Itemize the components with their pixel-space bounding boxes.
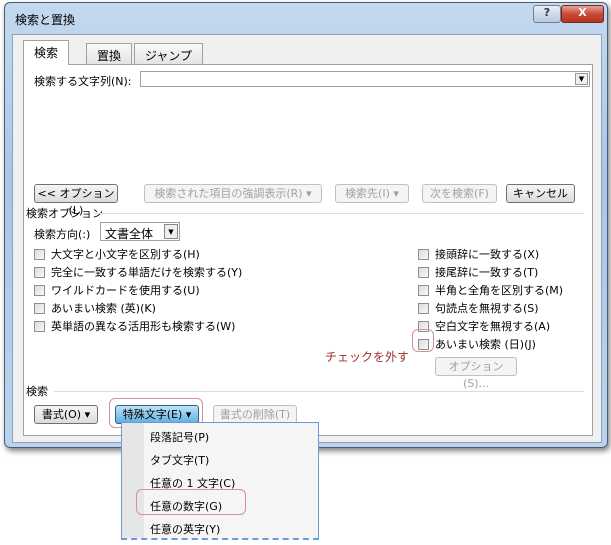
option-label: あいまい検索 (日)(J) xyxy=(435,338,536,351)
find-replace-dialog: 検索と置換 ? X 検索 置換 ジャンプ 検索する文字列(N): ▼ << オプ… xyxy=(4,2,608,448)
option-label: 大文字と小文字を区別する(H) xyxy=(51,248,200,261)
option-label: 半角と全角を区別する(M) xyxy=(435,284,564,297)
option-label: 句読点を無視する(S) xyxy=(435,302,539,315)
fuzzy-options-button[interactable]: オプション(S)... xyxy=(435,357,517,390)
option-ignore-space[interactable]: 空白文字を無視する(A) xyxy=(418,317,563,335)
divider xyxy=(54,391,584,392)
tab-goto[interactable]: ジャンプ xyxy=(134,43,204,64)
find-input[interactable]: ▼ xyxy=(140,71,590,87)
option-whole-word[interactable]: 完全に一致する単語だけを検索する(Y) xyxy=(34,263,242,281)
highlight-ring xyxy=(412,329,434,352)
dialog-title: 検索と置換 xyxy=(15,13,76,27)
option-label: 接尾辞に一致する(T) xyxy=(435,266,539,279)
checkbox[interactable] xyxy=(34,266,45,278)
close-button[interactable]: X xyxy=(561,5,604,23)
cancel-button[interactable]: キャンセル xyxy=(506,184,575,203)
dropdown-arrow-icon[interactable]: ▼ xyxy=(575,73,588,85)
search-section-heading: 検索 xyxy=(26,385,48,398)
direction-label: 検索方向(:) xyxy=(34,228,91,241)
menu-item-any-letter[interactable]: 任意の英字(Y) xyxy=(150,521,220,537)
option-suffix[interactable]: 接尾辞に一致する(T) xyxy=(418,263,563,281)
menu-item-paragraph[interactable]: 段落記号(P) xyxy=(150,429,209,445)
option-label: あいまい検索 (英)(K) xyxy=(51,302,156,315)
find-next-button[interactable]: 次を検索(F) xyxy=(422,184,497,203)
less-options-button[interactable]: << オプション(L) xyxy=(34,184,118,217)
checkbox[interactable] xyxy=(418,266,429,278)
direction-select[interactable]: 文書全体 ▼ xyxy=(100,222,180,241)
option-fuzzy-en[interactable]: あいまい検索 (英)(K) xyxy=(34,299,242,317)
menu-gutter xyxy=(122,423,144,538)
tab-find[interactable]: 検索 xyxy=(23,40,70,65)
option-fuzzy-ja[interactable]: あいまい検索 (日)(J) xyxy=(418,335,563,353)
option-prefix[interactable]: 接頭辞に一致する(X) xyxy=(418,245,563,263)
tab-content: 検索する文字列(N): ▼ << オプション(L) 検索された項目の強調表示(R… xyxy=(23,64,593,436)
option-wildcards[interactable]: ワイルドカードを使用する(U) xyxy=(34,281,242,299)
checkbox[interactable] xyxy=(34,248,45,260)
help-button[interactable]: ? xyxy=(533,5,561,23)
option-ignore-punct[interactable]: 句読点を無視する(S) xyxy=(418,299,563,317)
menu-item-any-digit[interactable]: 任意の数字(G) xyxy=(150,498,222,514)
checkbox[interactable] xyxy=(418,302,429,314)
option-match-case[interactable]: 大文字と小文字を区別する(H) xyxy=(34,245,242,263)
dialog-body: 検索 置換 ジャンプ 検索する文字列(N): ▼ << オプション(L) 検索さ… xyxy=(12,34,602,443)
reading-highlight-button[interactable]: 検索された項目の強調表示(R) ▾ xyxy=(144,184,322,203)
option-label: 英単語の異なる活用形も検索する(W) xyxy=(51,320,236,333)
find-label: 検索する文字列(N): xyxy=(34,75,132,88)
option-width[interactable]: 半角と全角を区別する(M) xyxy=(418,281,563,299)
option-label: 接頭辞に一致する(X) xyxy=(435,248,540,261)
special-menu: 段落記号(P) タブ文字(T) 任意の 1 文字(C) 任意の数字(G) 任意の… xyxy=(121,422,319,540)
option-word-forms[interactable]: 英単語の異なる活用形も検索する(W) xyxy=(34,317,242,335)
annotation-text: チェックを外す xyxy=(325,350,410,364)
search-options-heading: 検索オプション xyxy=(26,207,103,220)
option-label: 完全に一致する単語だけを検索する(Y) xyxy=(51,266,243,279)
format-button[interactable]: 書式(O) ▾ xyxy=(34,405,98,424)
checkbox[interactable] xyxy=(418,248,429,260)
find-in-button[interactable]: 検索先(I) ▾ xyxy=(335,184,409,203)
checkbox[interactable] xyxy=(34,302,45,314)
chevron-down-icon[interactable]: ▼ xyxy=(164,224,178,239)
checkbox[interactable] xyxy=(34,284,45,296)
direction-value: 文書全体 xyxy=(105,227,154,241)
option-label: 空白文字を無視する(A) xyxy=(435,320,551,333)
tab-replace[interactable]: 置換 xyxy=(86,43,133,64)
divider xyxy=(94,213,584,214)
checkbox[interactable] xyxy=(34,320,45,332)
checkbox[interactable] xyxy=(418,284,429,296)
option-label: ワイルドカードを使用する(U) xyxy=(51,284,200,297)
menu-item-tab[interactable]: タブ文字(T) xyxy=(150,452,209,468)
